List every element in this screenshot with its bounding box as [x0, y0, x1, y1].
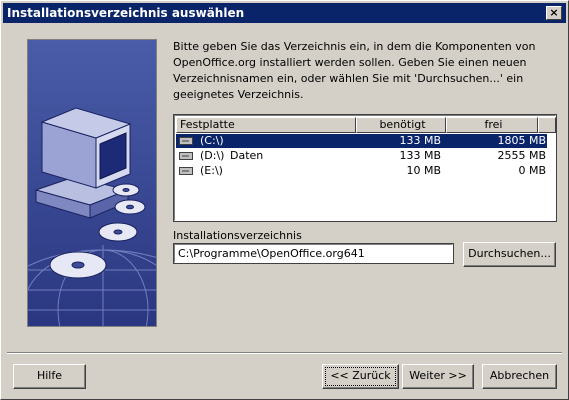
- browse-button[interactable]: Durchsuchen...: [463, 242, 556, 267]
- hard-drive-icon: [179, 137, 193, 145]
- column-header-drive[interactable]: Festplatte: [176, 117, 356, 133]
- drive-row[interactable]: (E:\) 10 MB 0 MB: [176, 164, 547, 178]
- hard-drive-icon: [179, 167, 193, 175]
- close-icon: ×: [549, 6, 559, 19]
- column-header-free[interactable]: frei: [446, 117, 538, 133]
- drive-letter: (D:\): [200, 149, 225, 162]
- drive-needed: 133 MB: [399, 134, 441, 147]
- drive-needed: 133 MB: [399, 149, 441, 162]
- drive-letter: (E:\): [200, 164, 223, 177]
- computer-cd-art: [28, 40, 156, 326]
- drive-free: 0 MB: [518, 164, 546, 177]
- installer-window: Installationsverzeichnis auswählen × Bit…: [0, 0, 569, 400]
- drive-letter: (C:\): [200, 134, 224, 147]
- close-button[interactable]: ×: [546, 6, 562, 20]
- drive-row[interactable]: (C:\) 133 MB 1805 MB: [176, 134, 547, 148]
- hard-drive-icon: [179, 152, 193, 160]
- drive-row[interactable]: (D:\) Daten 133 MB 2555 MB: [176, 149, 547, 163]
- drive-needed: 10 MB: [406, 164, 441, 177]
- help-button[interactable]: Hilfe: [13, 364, 86, 389]
- drive-free: 2555 MB: [497, 149, 546, 162]
- drive-label: Daten: [230, 149, 264, 162]
- install-dir-label: Installationsverzeichnis: [173, 229, 302, 242]
- drive-list[interactable]: Festplatte benötigt frei (C:\) 133 MB 18…: [173, 114, 557, 222]
- cancel-button[interactable]: Abbrechen: [482, 364, 557, 389]
- drive-free: 1805 MB: [497, 134, 546, 147]
- computer-cd-illustration: [27, 39, 157, 327]
- next-button[interactable]: Weiter >>: [402, 364, 474, 389]
- install-dir-input[interactable]: [173, 243, 454, 264]
- column-header-needed[interactable]: benötigt: [356, 117, 446, 133]
- window-title: Installationsverzeichnis auswählen: [7, 6, 245, 20]
- intro-text: Bitte geben Sie das Verzeichnis ein, in …: [173, 40, 536, 101]
- drive-list-header: Festplatte benötigt frei: [176, 117, 556, 133]
- button-separator: [7, 352, 562, 354]
- column-header-filler: [538, 117, 556, 133]
- title-bar[interactable]: Installationsverzeichnis auswählen ×: [3, 3, 566, 23]
- back-button[interactable]: << Zurück: [322, 364, 399, 389]
